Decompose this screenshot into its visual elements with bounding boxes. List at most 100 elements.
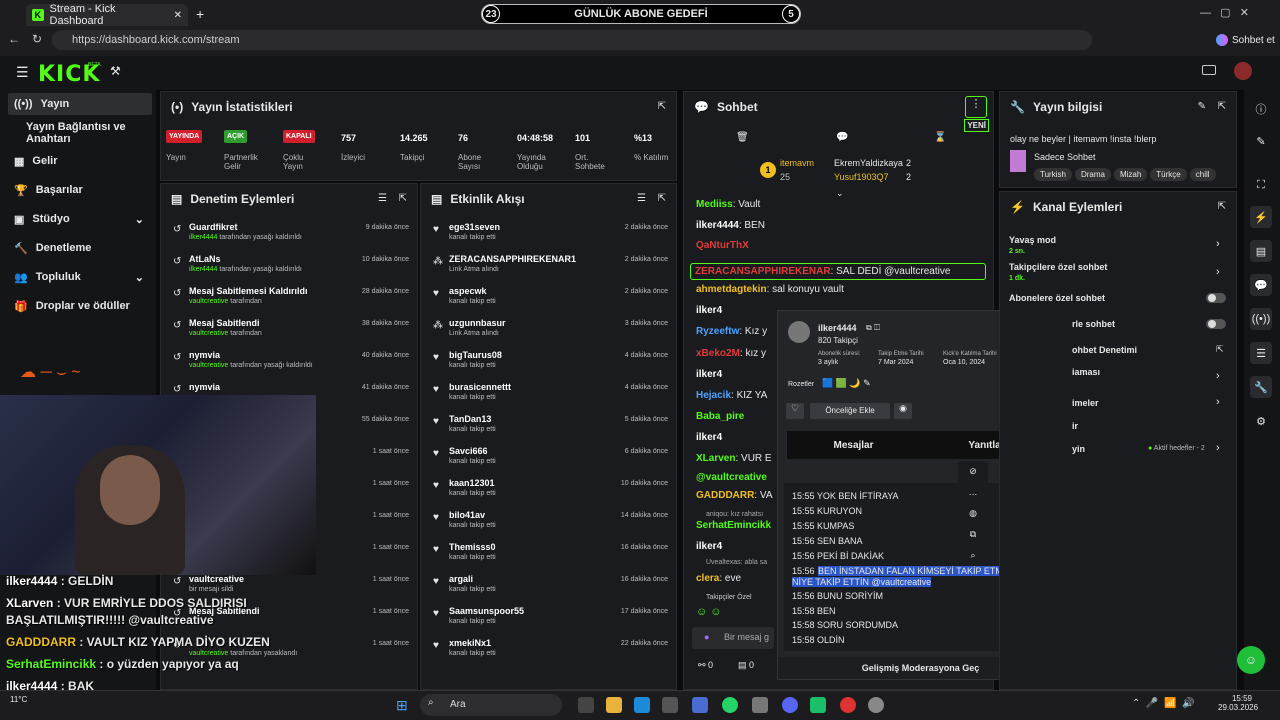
filter-icon[interactable]: ☰ [378, 193, 387, 204]
broadcast-icon[interactable]: ((•)) [1250, 308, 1272, 330]
list-item[interactable]: ↺ Guardfikret ilker4444 tarafından yasağ… [173, 222, 409, 252]
weather-widget[interactable]: 11°C [10, 695, 27, 704]
chat-message[interactable]: ZERACANSAPPHIREKENAR: SAL DEDİ @vaultcre… [690, 263, 986, 280]
user-message[interactable]: 15:58 SORU SORDUMDA [792, 620, 898, 630]
chat-message[interactable]: ilker4 [696, 305, 722, 316]
list-item[interactable]: ♥ Themisss0 kanalı takip etti 16 dakika … [433, 542, 668, 572]
list-item[interactable]: ♥ bigTaurus08 kanalı takip etti 4 dakika… [433, 350, 668, 380]
taskbar-search[interactable]: Ara [420, 694, 562, 716]
chat-username[interactable]: ahmetdagtekin [696, 284, 767, 295]
chat-username[interactable]: GADDDARR [696, 490, 754, 501]
chat-message[interactable]: ilker4444: BEN [696, 220, 765, 231]
app-icon[interactable] [752, 697, 768, 713]
bolt-icon[interactable]: ⚡ [1250, 206, 1272, 228]
priority-button[interactable]: Önceliğe Ekle [810, 403, 890, 419]
app-icon[interactable] [810, 697, 826, 713]
popout-icon[interactable]: ⇱ [1218, 201, 1226, 212]
copilot-button[interactable]: Sohbet et [1216, 32, 1275, 48]
app-icon[interactable] [840, 697, 856, 713]
avatar[interactable] [1234, 62, 1252, 80]
reload-icon[interactable]: ↻ [32, 32, 42, 46]
chat-username[interactable]: ilker4 [696, 305, 722, 316]
chat-message[interactable]: Hejacik: KIZ YA [696, 390, 767, 401]
tag[interactable]: Drama [1074, 168, 1111, 181]
edit-icon[interactable]: ✎ [1250, 130, 1272, 152]
chat-message[interactable]: Baba_pire [696, 411, 744, 422]
sidebar-item-yayin[interactable]: ((•)) Yayın [8, 93, 152, 115]
announcement-row[interactable]: iaması [1072, 367, 1100, 377]
user-message[interactable]: 15:58 OLDİN [792, 635, 845, 645]
emote-only-toggle[interactable] [1206, 319, 1226, 329]
chat-username[interactable]: clera [696, 573, 719, 584]
chat-message[interactable]: xBeko2M: kız y [696, 348, 766, 359]
chat-message[interactable]: ilker4 [696, 541, 722, 552]
popout-icon[interactable]: ⇱ [1218, 101, 1226, 112]
chat-message[interactable]: SerhatEmincikk [696, 520, 771, 531]
trash-icon[interactable]: 🗑 [736, 132, 749, 143]
edit-icon[interactable]: ✎ [1198, 101, 1206, 112]
chat-message[interactable]: GADDDARR: VA [696, 490, 773, 501]
filter-icon[interactable]: ☰ [637, 193, 646, 204]
chevron-down-icon[interactable]: ⌄ [836, 188, 844, 199]
user-message[interactable]: 15:55 KURUYON [792, 506, 862, 516]
chat-username[interactable]: SerhatEmincikk [696, 520, 771, 531]
chat-rules-icon[interactable]: ▤ 0 [738, 660, 754, 671]
wrench-icon[interactable]: 🔧 [1250, 376, 1272, 398]
chat-icon[interactable]: 💬 [1250, 274, 1272, 296]
user-message[interactable]: 15:56 PEKİ Bİ DAKİAK [792, 551, 884, 561]
chevron-right-icon[interactable]: › [1216, 442, 1220, 454]
user-message[interactable]: 15:56 SEN BANA [792, 536, 863, 546]
chat-message[interactable]: QaNturThX [696, 240, 749, 251]
predictions-row[interactable]: imeler [1072, 398, 1099, 408]
list-item[interactable]: ♥ ege31seven kanalı takip etti 2 dakika … [433, 222, 668, 252]
chat-users-icon[interactable]: ⚯ 0 [698, 660, 713, 671]
followers-only-row[interactable]: Takipçilere özel sohbet 1 dk. [1009, 262, 1107, 282]
hide-icon[interactable]: ⊘ [958, 461, 988, 482]
edge-icon[interactable] [634, 697, 650, 713]
chat-message[interactable]: ilker4 [696, 369, 722, 380]
user-message[interactable]: 15:56 [792, 566, 815, 576]
tag[interactable]: Türkçe [1150, 168, 1187, 181]
list-item[interactable]: ↺ AtLaNs ilker4444 tarafından yasağı kal… [173, 254, 409, 284]
sidebar-item-droplar[interactable]: 🎁 Droplar ve ödüller [8, 295, 152, 317]
file-explorer-icon[interactable] [606, 697, 622, 713]
creator-view-icon[interactable] [1202, 65, 1216, 75]
info-icon[interactable]: ⓘ [1250, 98, 1272, 120]
taskview-icon[interactable] [578, 697, 594, 713]
new-tab-icon[interactable]: + [196, 6, 204, 22]
chat-username[interactable]: ZERACANSAPPHIREKENAR [695, 266, 831, 277]
address-bar[interactable]: https://dashboard.kick.com/stream [52, 30, 1092, 50]
chevron-right-icon[interactable]: › [1216, 396, 1220, 408]
chevron-right-icon[interactable]: › [1216, 370, 1220, 382]
list-item[interactable]: ♥ bilo41av kanalı takip etti 14 dakika ö… [433, 510, 668, 540]
window-controls[interactable]: — ▢ ✕ [1200, 6, 1249, 19]
chat-message[interactable]: Ryzeeftw: Kız y [696, 326, 767, 337]
list-item[interactable]: ♥ kaan12301 kanalı takip etti 10 dakika … [433, 478, 668, 508]
search-icon[interactable]: ⌕ [958, 545, 988, 566]
list-item[interactable]: ↺ nymvia vaultcreative tarafından yasağı… [173, 350, 409, 380]
chat-username[interactable]: @vaultcreative [696, 472, 767, 483]
user-message[interactable]: 15:55 KUMPAS [792, 521, 854, 531]
fullscreen-icon[interactable]: ⛶ [1250, 174, 1272, 196]
sidebar-item-denetleme[interactable]: 🔨 Denetleme [8, 237, 152, 259]
document-icon[interactable]: ▤ [1250, 240, 1272, 262]
chat-username[interactable]: Mediiss [696, 199, 733, 210]
user-message[interactable]: 15:55 YOK BEN İFTİRAYA [792, 491, 899, 501]
popout-icon[interactable]: ⇱ [399, 193, 407, 204]
chevron-right-icon[interactable]: › [1216, 238, 1220, 250]
chat-bubble-icon[interactable]: 💬 [836, 132, 848, 143]
popout-icon[interactable]: ⇱ [658, 193, 666, 204]
chat-message[interactable]: XLarven: VUR E [696, 453, 772, 464]
chat-username[interactable]: ilker4 [696, 369, 722, 380]
list-item[interactable]: ♥ Saamsunspoor55 kanalı takip etti 17 da… [433, 606, 668, 636]
clock[interactable]: 15:59 29.03.2026 [1218, 694, 1258, 712]
list-item[interactable]: ⁂ ZERACANSAPPHIREKENAR1 Link Atma alındı… [433, 254, 668, 284]
discord-icon[interactable] [782, 697, 798, 713]
action-row[interactable]: ir [1072, 421, 1078, 431]
settings-icon[interactable]: ⚙ [1250, 410, 1272, 432]
tag[interactable]: chill [1189, 168, 1216, 181]
sidebar-item-studyo[interactable]: ▣ Stüdyo ⌄ [8, 208, 152, 230]
user-message[interactable]: NİYE TAKİP ETTİN @vaultcreative [792, 577, 932, 587]
goals-row[interactable]: yin [1072, 444, 1085, 454]
browser-tab[interactable]: K Stream - Kick Dashboard ✕ [26, 3, 188, 27]
